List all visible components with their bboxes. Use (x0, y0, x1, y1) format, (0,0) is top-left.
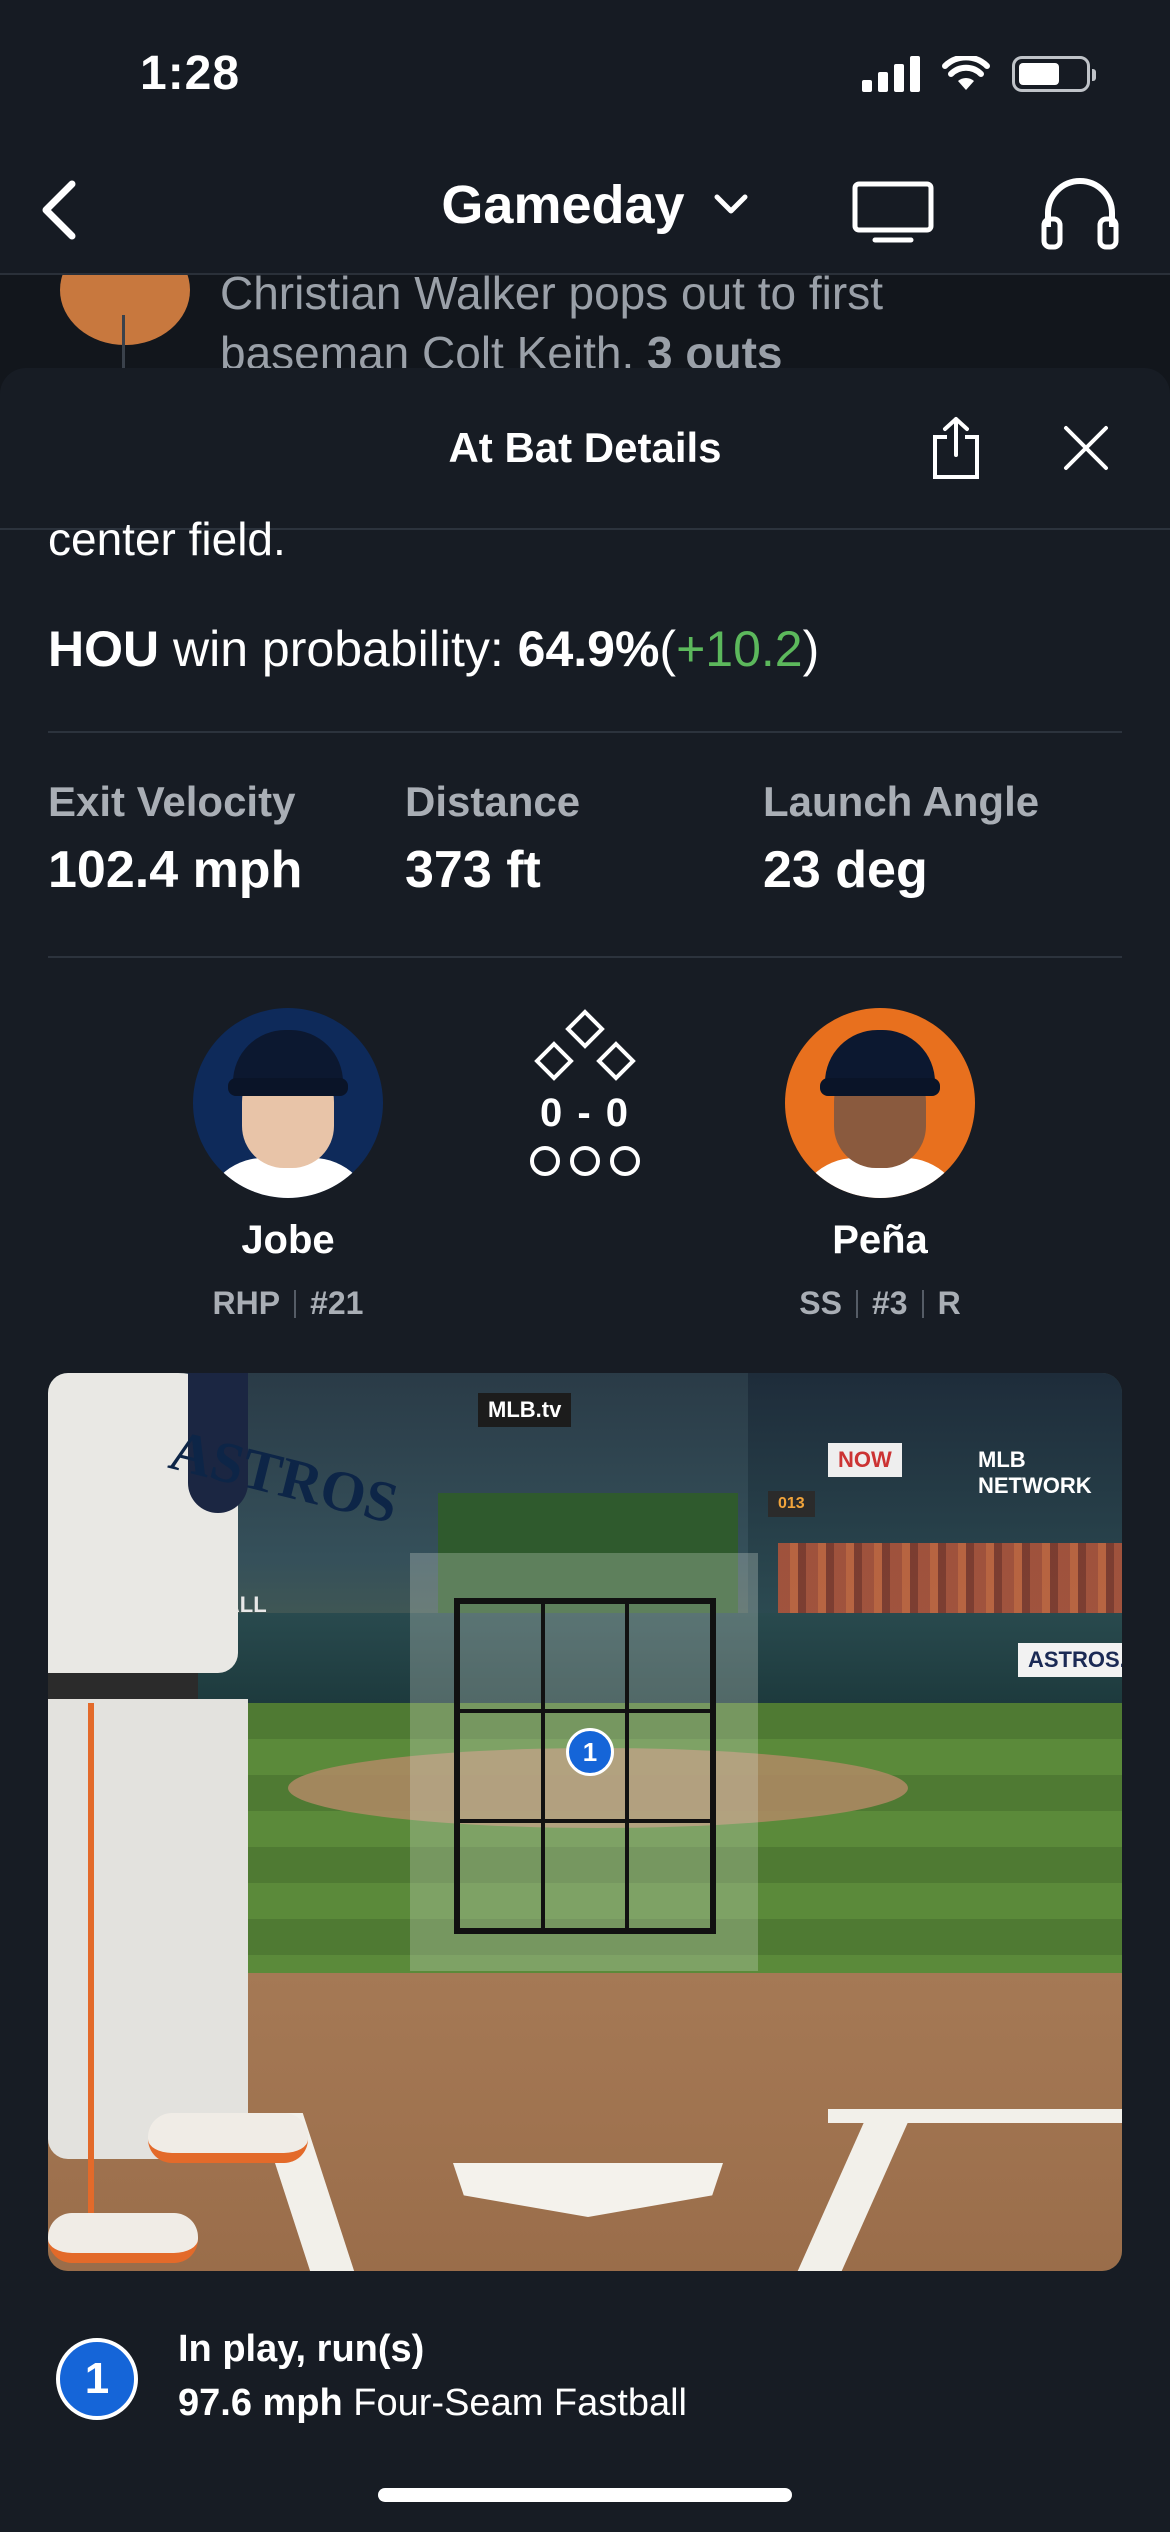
batter-name: Peña (832, 1218, 928, 1262)
pitcher-card[interactable]: Jobe RHP #21 (158, 1008, 418, 1322)
pitch-result-title: In play, run(s) (178, 2328, 425, 2370)
out-dot (570, 1146, 600, 1176)
pitch-type: Four-Seam Fastball (353, 2382, 687, 2424)
share-icon (933, 417, 979, 479)
stat-value: 102.4 mph (48, 841, 303, 899)
sheet-title: At Bat Details (448, 424, 722, 471)
pitcher-meta: RHP #21 (158, 1285, 418, 1322)
win-prob-label: win probability: (173, 621, 504, 677)
batter-position: SS (799, 1285, 842, 1321)
sign-now: NOW (828, 1443, 902, 1477)
chevron-down-icon (714, 194, 748, 214)
batter-figure: ASTROS (48, 1373, 405, 2271)
sign-mlbtv: MLB.tv (478, 1393, 572, 1427)
divider (48, 956, 1122, 958)
cellular-signal-icon (862, 56, 920, 92)
bases-diamond-icon (534, 1009, 636, 1081)
tv-icon (852, 181, 934, 243)
win-prob-value: 64.9% (517, 621, 660, 677)
paren-open: ( (659, 621, 677, 677)
sign-astros-com: ASTROS.COM (1018, 1643, 1122, 1677)
batter-avatar (785, 1008, 975, 1198)
outs-indicator (510, 1146, 660, 1176)
close-button[interactable] (1050, 408, 1122, 488)
stat-value: 23 deg (763, 841, 928, 899)
pitch-result-description: 97.6 mph Four-Seam Fastball (178, 2382, 687, 2425)
at-bat-details-sheet: At Bat Details center field. HOU win pro… (0, 368, 1170, 2532)
status-icons (862, 56, 1096, 92)
out-dot (610, 1146, 640, 1176)
tv-button[interactable] (843, 168, 943, 258)
batter-number: #3 (871, 1285, 908, 1321)
nav-title: Gameday (441, 175, 685, 235)
pitcher-position: RHP (212, 1285, 281, 1321)
paren-close: ) (802, 621, 820, 677)
pitcher-number: #21 (310, 1285, 364, 1321)
batter-handedness: R (937, 1285, 961, 1321)
win-prob-team: HOU (48, 621, 160, 677)
home-indicator[interactable] (378, 2488, 792, 2502)
play-line-1: Christian Walker pops out to first (220, 275, 883, 319)
batter-meta: SS #3 R (750, 1285, 1010, 1322)
status-bar: 1:28 (0, 0, 1170, 150)
pitch-number-badge: 1 (56, 2338, 138, 2420)
close-icon (1064, 426, 1108, 470)
pitch-location-view[interactable]: MLB.tv NOW MLB NETWORK ASTROS.COM BALL 0… (48, 1373, 1122, 2271)
sign-panel-number: 013 (768, 1491, 815, 1517)
play-description: Christian Walker pops out to first basem… (220, 275, 1120, 383)
gameday-menu[interactable]: Gameday (0, 174, 1170, 236)
pitcher-avatar (193, 1008, 383, 1198)
game-situation: 0 - 0 (510, 1008, 660, 1176)
separator (921, 1289, 924, 1318)
out-dot (530, 1146, 560, 1176)
navigation-bar: Gameday (0, 150, 1170, 275)
crowd (778, 1543, 1122, 1613)
battery-icon (1012, 56, 1096, 92)
player-avatar (60, 275, 190, 345)
stat-label: Exit Velocity (48, 778, 296, 825)
stat-label: Distance (405, 778, 581, 825)
audio-button[interactable] (1030, 168, 1130, 258)
stat-exit-velocity: Exit Velocity 102.4 mph (48, 778, 302, 900)
batter-card[interactable]: Peña SS #3 R (750, 1008, 1010, 1322)
headphones-icon (1041, 178, 1119, 250)
wifi-icon (942, 56, 990, 90)
status-time: 1:28 (140, 47, 241, 100)
batters-box-line-top (828, 2109, 1122, 2123)
win-prob-delta: +10.2 (676, 621, 803, 677)
separator (855, 1289, 858, 1318)
divider (48, 731, 1122, 733)
stat-label: Launch Angle (763, 778, 1040, 825)
ball-strike-count: 0 - 0 (539, 1091, 631, 1135)
stat-value: 373 ft (405, 841, 541, 899)
play-description-tail: center field. (48, 513, 286, 565)
pitcher-name: Jobe (241, 1218, 335, 1262)
separator (294, 1289, 297, 1318)
pitch-marker[interactable]: 1 (566, 1728, 614, 1776)
stat-launch-angle: Launch Angle 23 deg (763, 778, 1039, 900)
pitch-result-row[interactable]: 1 In play, run(s) 97.6 mph Four-Seam Fas… (48, 2326, 1122, 2446)
sheet-header: At Bat Details (0, 368, 1170, 530)
stat-distance: Distance 373 ft (405, 778, 580, 900)
share-button[interactable] (920, 408, 992, 488)
win-probability: HOU win probability: 64.9%(+10.2) (48, 620, 819, 678)
sign-mlb-network: MLB NETWORK (978, 1447, 1092, 1498)
pitch-speed: 97.6 mph (178, 2382, 343, 2424)
